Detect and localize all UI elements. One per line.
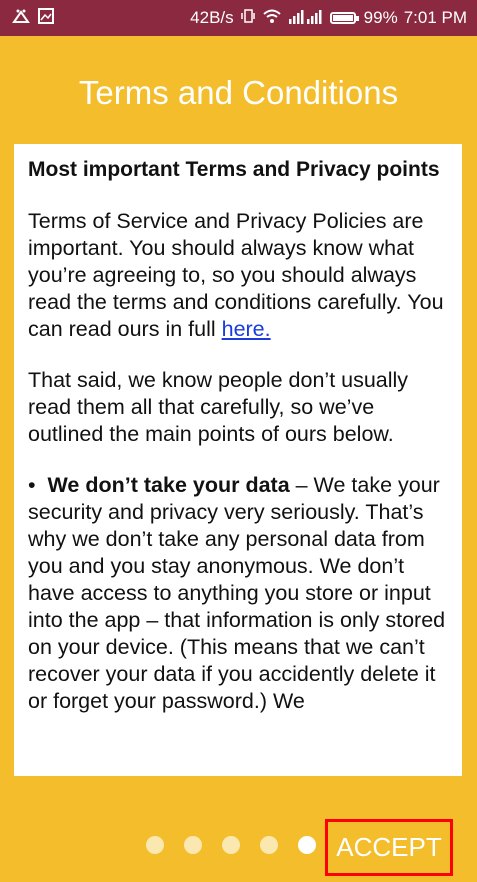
- terms-scroll-panel[interactable]: Most important Terms and Privacy points …: [14, 144, 462, 776]
- terms-heading: Most important Terms and Privacy points: [28, 158, 440, 181]
- terms-bullet-data: • We don’t take your data – We take your …: [28, 472, 448, 715]
- page-title: Terms and Conditions: [78, 74, 399, 111]
- bullet-mark: •: [28, 473, 36, 497]
- image-icon: [38, 7, 54, 29]
- page-indicator: [146, 836, 316, 854]
- status-bar: 42B/s 99% 7:01 PM: [0, 0, 477, 36]
- wifi-icon: [262, 8, 282, 29]
- terms-summary-paragraph: That said, we know people don’t usually …: [28, 368, 409, 446]
- terms-content: Most important Terms and Privacy points …: [14, 144, 462, 715]
- page-dot-5: [298, 836, 316, 854]
- page-dot-1: [146, 836, 164, 854]
- page-dot-3: [222, 836, 240, 854]
- clock: 7:01 PM: [403, 8, 467, 27]
- battery-icon: [329, 12, 359, 24]
- accept-button[interactable]: ACCEPT: [325, 819, 453, 876]
- network-speed: 42B/s: [190, 8, 234, 27]
- bullet-title: We don’t take your data: [47, 473, 290, 497]
- terms-intro-paragraph: Terms of Service and Privacy Policies ar…: [28, 208, 448, 343]
- signal-icon: [288, 9, 322, 28]
- status-left: [12, 7, 54, 29]
- vibrate-icon: [240, 8, 256, 29]
- bullet-text: – We take your security and privacy very…: [28, 473, 446, 713]
- page-dot-2: [184, 836, 202, 854]
- notification-icon: [12, 8, 30, 29]
- page-dot-4: [260, 836, 278, 854]
- status-right: 42B/s 99% 7:01 PM: [190, 8, 467, 29]
- full-terms-link[interactable]: here.: [222, 317, 271, 341]
- battery-percent: 99%: [363, 8, 398, 27]
